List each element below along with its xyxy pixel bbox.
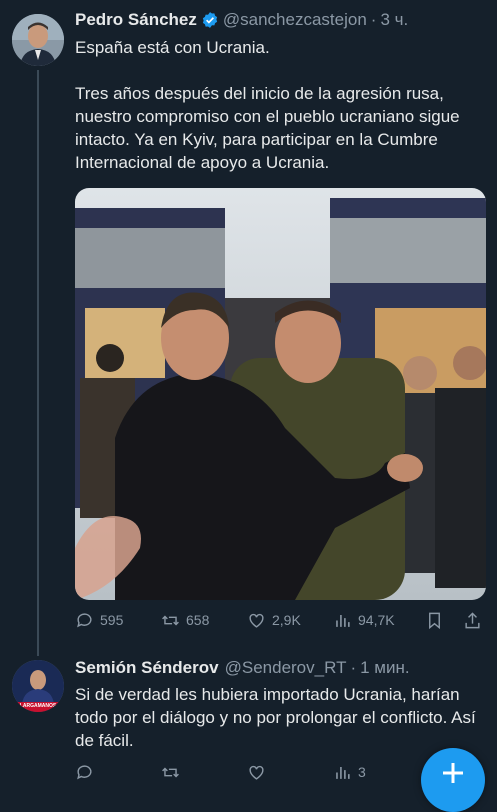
compose-plus-icon	[443, 763, 463, 783]
like-count: 2,9K	[272, 612, 301, 628]
views-button[interactable]: 94,7K	[333, 611, 425, 630]
reply-icon	[77, 764, 92, 779]
avatar-semion-senderov[interactable]: LARGAMANOS	[12, 660, 64, 712]
avatar-pedro-sanchez[interactable]	[12, 14, 64, 66]
views-count: 3	[358, 764, 366, 780]
compose-button[interactable]	[421, 748, 485, 812]
like-icon	[249, 613, 264, 628]
tweet-pedro-sanchez[interactable]: Pedro Sánchez @sanchezcastejon · 3 ч. Es…	[0, 0, 497, 656]
separator-dot: ·	[370, 10, 377, 29]
retweet-button[interactable]	[161, 763, 247, 782]
reply-count: 595	[100, 612, 124, 628]
timestamp[interactable]: 1 мин.	[360, 658, 409, 678]
tweet-header: Pedro Sánchez @sanchezcastejon · 3 ч.	[75, 10, 408, 30]
reply-icon	[77, 612, 92, 627]
tweet-text: España está con Ucrania. Tres años despu…	[75, 38, 460, 172]
tweet-text: Si de verdad les hubiera importado Ucran…	[75, 685, 476, 750]
bookmark-button[interactable]	[425, 611, 463, 630]
thread-line	[37, 70, 39, 656]
reply-button[interactable]: 595	[75, 611, 161, 630]
like-icon	[249, 765, 264, 780]
tweet-actions: 595 658 2,9K 94,7K	[75, 608, 487, 632]
views-button[interactable]: 3	[333, 763, 425, 782]
like-button[interactable]: 2,9K	[247, 611, 333, 630]
retweet-icon	[162, 615, 179, 625]
views-icon	[336, 614, 350, 627]
avatar-caption: LARGAMANOS	[19, 703, 57, 709]
tweet-photo[interactable]	[75, 188, 486, 600]
author-name[interactable]: Pedro Sánchez	[75, 10, 197, 30]
views-icon	[336, 766, 350, 779]
retweet-count: 658	[186, 612, 210, 628]
share-button[interactable]	[463, 611, 487, 630]
retweet-icon	[162, 767, 179, 777]
author-handle[interactable]: @sanchezcastejon	[223, 10, 367, 30]
retweet-button[interactable]: 658	[161, 611, 247, 630]
timestamp[interactable]: 3 ч.	[380, 10, 408, 30]
verified-badge-icon	[201, 11, 219, 29]
separator-dot: ·	[350, 658, 357, 677]
tweet-header: Semión Sénderov @Senderov_RT · 1 мин.	[75, 658, 410, 678]
share-icon	[465, 611, 480, 628]
reply-button[interactable]	[75, 763, 161, 782]
author-name[interactable]: Semión Sénderov	[75, 658, 219, 678]
author-handle[interactable]: @Senderov_RT	[225, 658, 347, 678]
bookmark-icon	[429, 612, 440, 629]
like-button[interactable]	[247, 763, 333, 782]
views-count: 94,7K	[358, 612, 395, 628]
